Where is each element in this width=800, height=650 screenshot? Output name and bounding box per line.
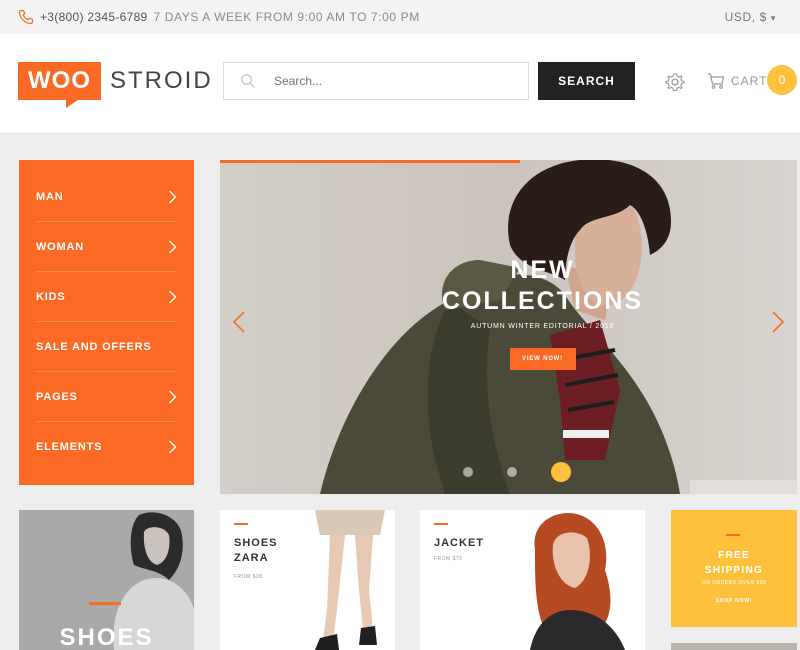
menu-item-label: ELEMENTS bbox=[36, 441, 103, 453]
promo-jacket-price: FROM $79 bbox=[434, 556, 463, 562]
accent-line bbox=[726, 534, 740, 536]
chevron-right-icon bbox=[169, 440, 177, 454]
gear-icon[interactable] bbox=[665, 72, 685, 92]
promo-card-shoes[interactable]: SHOES bbox=[19, 510, 194, 650]
accent-line bbox=[434, 523, 448, 525]
search-input[interactable] bbox=[274, 74, 514, 88]
promo-zara-title: SHOES ZARA bbox=[234, 536, 278, 566]
promo-zara-title-line1: SHOES bbox=[234, 537, 278, 549]
slider-dot-3-active[interactable] bbox=[551, 462, 571, 482]
menu-item-man[interactable]: MAN bbox=[36, 172, 177, 222]
search-box[interactable] bbox=[223, 62, 529, 100]
top-bar: +3(800) 2345-6789 7 DAYS A WEEK FROM 9:0… bbox=[0, 0, 800, 34]
promo-zara-price: FROM $28 bbox=[234, 574, 263, 580]
logo-stroid: STROID bbox=[110, 67, 213, 94]
promo-zara-legs-image bbox=[315, 510, 385, 650]
cart-label: CART bbox=[731, 74, 768, 88]
logo-woo: WOO bbox=[18, 62, 101, 108]
site-logo[interactable]: WOO STROID bbox=[18, 62, 213, 108]
menu-item-sale-and-offers[interactable]: SALE AND OFFERS bbox=[36, 322, 177, 372]
cart-link[interactable]: CART bbox=[707, 72, 767, 90]
category-menu: MAN WOMAN KIDS SALE AND OFFERS PAGES ELE… bbox=[19, 160, 194, 485]
menu-item-pages[interactable]: PAGES bbox=[36, 372, 177, 422]
promo-jacket-model-image bbox=[530, 513, 625, 650]
accent-line bbox=[234, 523, 248, 525]
promo-jacket-title: JACKET bbox=[434, 537, 485, 549]
chevron-right-icon bbox=[169, 240, 177, 253]
hero-slider[interactable]: NEW COLLECTIONS AUTUMN WINTER EDITORIAL … bbox=[220, 160, 797, 494]
slider-progress-bar bbox=[220, 160, 520, 163]
shop-now-button[interactable]: SHOP NOW! bbox=[671, 598, 797, 604]
promo-card-free-shipping[interactable]: FREE SHIPPING ON ORDERS OVER $99 SHOP NO… bbox=[671, 510, 797, 627]
cart-icon bbox=[708, 73, 725, 89]
search-icon bbox=[241, 74, 255, 88]
menu-item-kids[interactable]: KIDS bbox=[36, 272, 177, 322]
promo-card-partial[interactable] bbox=[671, 643, 797, 650]
slider-dot-2[interactable] bbox=[507, 467, 517, 477]
hero-title-line1: NEW bbox=[510, 256, 575, 284]
phone-number[interactable]: +3(800) 2345-6789 bbox=[40, 10, 148, 24]
accent-line bbox=[89, 602, 121, 605]
menu-item-woman[interactable]: WOMAN bbox=[36, 222, 177, 272]
hero-title-line2: COLLECTIONS bbox=[441, 287, 644, 315]
cart-count-badge[interactable]: 0 bbox=[767, 65, 797, 95]
promo-zara-title-line2: ZARA bbox=[234, 552, 269, 564]
slider-next-arrow[interactable] bbox=[771, 311, 785, 333]
menu-item-label: KIDS bbox=[36, 290, 66, 303]
view-now-button[interactable]: VIEW NOW! bbox=[509, 348, 576, 370]
free-shipping-title: FREE SHIPPING bbox=[671, 548, 797, 578]
promo-card-shoes-zara[interactable]: SHOES ZARA FROM $28 bbox=[220, 510, 395, 650]
search-button[interactable]: SEARCH bbox=[538, 62, 635, 100]
menu-item-label: MAN bbox=[36, 190, 64, 203]
menu-item-elements[interactable]: ELEMENTS bbox=[36, 422, 177, 472]
currency-selector[interactable]: USD, $ ▾ bbox=[725, 10, 776, 24]
chevron-right-icon bbox=[169, 390, 177, 403]
free-shipping-subtitle: ON ORDERS OVER $99 bbox=[701, 580, 767, 586]
promo-card-jacket[interactable]: JACKET FROM $79 bbox=[420, 510, 645, 650]
slider-dots bbox=[463, 462, 571, 482]
promo-shoes-label: SHOES bbox=[59, 624, 154, 650]
hero-caption: NEW COLLECTIONS AUTUMN WINTER EDITORIAL … bbox=[435, 255, 650, 370]
phone-icon bbox=[18, 9, 34, 25]
hero-subtitle: AUTUMN WINTER EDITORIAL / 2016 bbox=[470, 323, 615, 330]
slider-prev-arrow[interactable] bbox=[232, 311, 246, 333]
opening-hours: 7 DAYS A WEEK FROM 9:00 AM TO 7:00 PM bbox=[153, 10, 420, 24]
chevron-right-icon bbox=[169, 190, 177, 203]
chevron-right-icon bbox=[169, 290, 177, 303]
slider-dot-1[interactable] bbox=[463, 467, 473, 477]
menu-item-label: WOMAN bbox=[36, 240, 84, 253]
free-shipping-title-line1: FREE bbox=[718, 550, 750, 561]
free-shipping-title-line2: SHIPPING bbox=[704, 565, 764, 576]
currency-value: USD, $ bbox=[724, 10, 767, 24]
menu-item-label: SALE AND OFFERS bbox=[36, 340, 152, 353]
chevron-down-icon: ▾ bbox=[770, 13, 776, 23]
menu-item-label: PAGES bbox=[36, 390, 78, 403]
site-header: WOO STROID SEARCH CART 0 bbox=[0, 34, 800, 134]
